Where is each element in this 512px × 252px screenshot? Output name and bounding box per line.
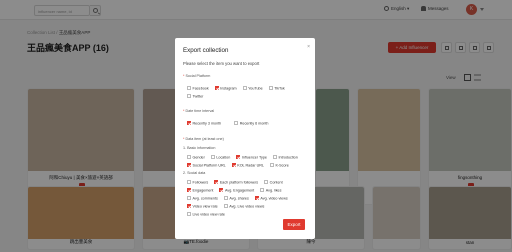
- checkbox-checked-icon: [187, 204, 191, 208]
- date-6-month-checkbox[interactable]: Recently 6 month: [234, 121, 268, 125]
- date-section: * Date time interval: [183, 109, 215, 113]
- data-item-section: * Data item (at least one): [183, 137, 224, 141]
- avg-video-views-checkbox[interactable]: Avg. video views: [254, 196, 288, 200]
- checkbox-icon: [264, 180, 269, 184]
- platform-instagram-checkbox[interactable]: Instagram: [214, 86, 237, 90]
- basic-info-label: 1. Basic information: [183, 146, 216, 150]
- checkbox-icon: [187, 180, 191, 184]
- modal-subtitle: Please select the item you want to expor…: [183, 61, 260, 66]
- avg-shares-checkbox[interactable]: Avg. shares: [223, 196, 249, 200]
- platform-facebook-checkbox[interactable]: Facebook: [187, 86, 209, 90]
- date-3-month-checkbox[interactable]: Recently 3 month: [187, 121, 221, 125]
- checkbox-icon: [269, 163, 274, 167]
- checkbox-icon: [273, 155, 278, 159]
- platform-options: Facebook Instagram YouTube TikTok: [187, 86, 290, 90]
- location-checkbox[interactable]: Location: [210, 155, 230, 159]
- live-video-view-rate-checkbox[interactable]: Live video view rate: [187, 212, 225, 216]
- checkbox-checked-icon: [214, 86, 219, 90]
- social-options-row2: Engagement Avg. Engagement Avg. likes: [187, 188, 286, 192]
- avg-likes-checkbox[interactable]: Avg. likes: [260, 188, 281, 192]
- social-platform-section: * Social Platform: [183, 74, 211, 78]
- social-options: Followers Each platform followers Conten…: [187, 180, 288, 184]
- avg-live-video-views-checkbox[interactable]: Avg. Live video views: [223, 204, 264, 208]
- checkbox-icon: [260, 188, 265, 192]
- social-options-row5: Live video view rate: [187, 212, 230, 216]
- platform-options-row2: Twitter: [187, 94, 208, 98]
- content-checkbox[interactable]: Content: [264, 180, 283, 184]
- gender-checkbox[interactable]: Gender: [187, 155, 205, 159]
- basic-options: Gender Location Influencer Type Introduc…: [187, 155, 303, 159]
- avg-engagement-checkbox[interactable]: Avg. Engagement: [219, 188, 254, 192]
- checkbox-icon: [187, 94, 191, 98]
- checkbox-checked-icon: [219, 188, 224, 192]
- social-platform-label: Social Platform: [185, 74, 211, 78]
- platform-youtube-checkbox[interactable]: YouTube: [242, 86, 263, 90]
- engagement-checkbox[interactable]: Engagement: [187, 188, 213, 192]
- checkbox-icon: [234, 121, 239, 125]
- checkbox-checked-icon: [236, 155, 241, 159]
- export-button[interactable]: Export: [283, 219, 305, 230]
- data-item-label: Data item (at least one): [185, 137, 224, 141]
- social-options-row3: Avg. comments Avg. shares Avg. video vie…: [187, 196, 293, 200]
- k-score-checkbox[interactable]: K-Score: [269, 163, 289, 167]
- date-options: Recently 3 month Recently 6 month: [187, 121, 273, 125]
- checkbox-icon: [223, 204, 228, 208]
- checkbox-icon: [187, 212, 191, 216]
- checkbox-icon: [242, 86, 247, 90]
- video-view-rate-checkbox[interactable]: Video view rate: [187, 204, 218, 208]
- checkbox-icon: [187, 155, 191, 159]
- kol-radar-url-checkbox[interactable]: KOL Radar URL: [231, 163, 264, 167]
- social-options-row4: Video view rate Avg. Live video views: [187, 204, 269, 208]
- social-data-label: 2. Social data: [183, 171, 206, 175]
- followers-checkbox[interactable]: Followers: [187, 180, 208, 184]
- checkbox-checked-icon: [187, 121, 191, 125]
- social-platform-url-checkbox[interactable]: Social Platform URL: [187, 163, 226, 167]
- platform-tiktok-checkbox[interactable]: TikTok: [268, 86, 285, 90]
- each-platform-followers-checkbox[interactable]: Each platform followers: [214, 180, 258, 184]
- platform-twitter-checkbox[interactable]: Twitter: [187, 94, 203, 98]
- checkbox-icon: [187, 196, 191, 200]
- checkbox-checked-icon: [214, 180, 219, 184]
- influencer-type-checkbox[interactable]: Influencer Type: [236, 155, 267, 159]
- introduction-checkbox[interactable]: Introduction: [273, 155, 298, 159]
- close-icon[interactable]: ×: [307, 44, 310, 50]
- checkbox-icon: [223, 196, 228, 200]
- checkbox-checked-icon: [231, 163, 236, 167]
- basic-options-row2: Social Platform URL KOL Radar URL K-Scor…: [187, 163, 294, 167]
- modal-title: Export collection: [183, 47, 229, 54]
- checkbox-checked-icon: [254, 196, 259, 200]
- checkbox-icon: [187, 86, 191, 90]
- checkbox-checked-icon: [187, 188, 191, 192]
- checkbox-icon: [268, 86, 273, 90]
- export-collection-modal: × Export collection Please select the it…: [175, 38, 315, 239]
- checkbox-icon: [210, 155, 215, 159]
- date-label: Date time interval: [185, 109, 215, 113]
- checkbox-checked-icon: [187, 163, 191, 167]
- avg-comments-checkbox[interactable]: Avg. comments: [187, 196, 218, 200]
